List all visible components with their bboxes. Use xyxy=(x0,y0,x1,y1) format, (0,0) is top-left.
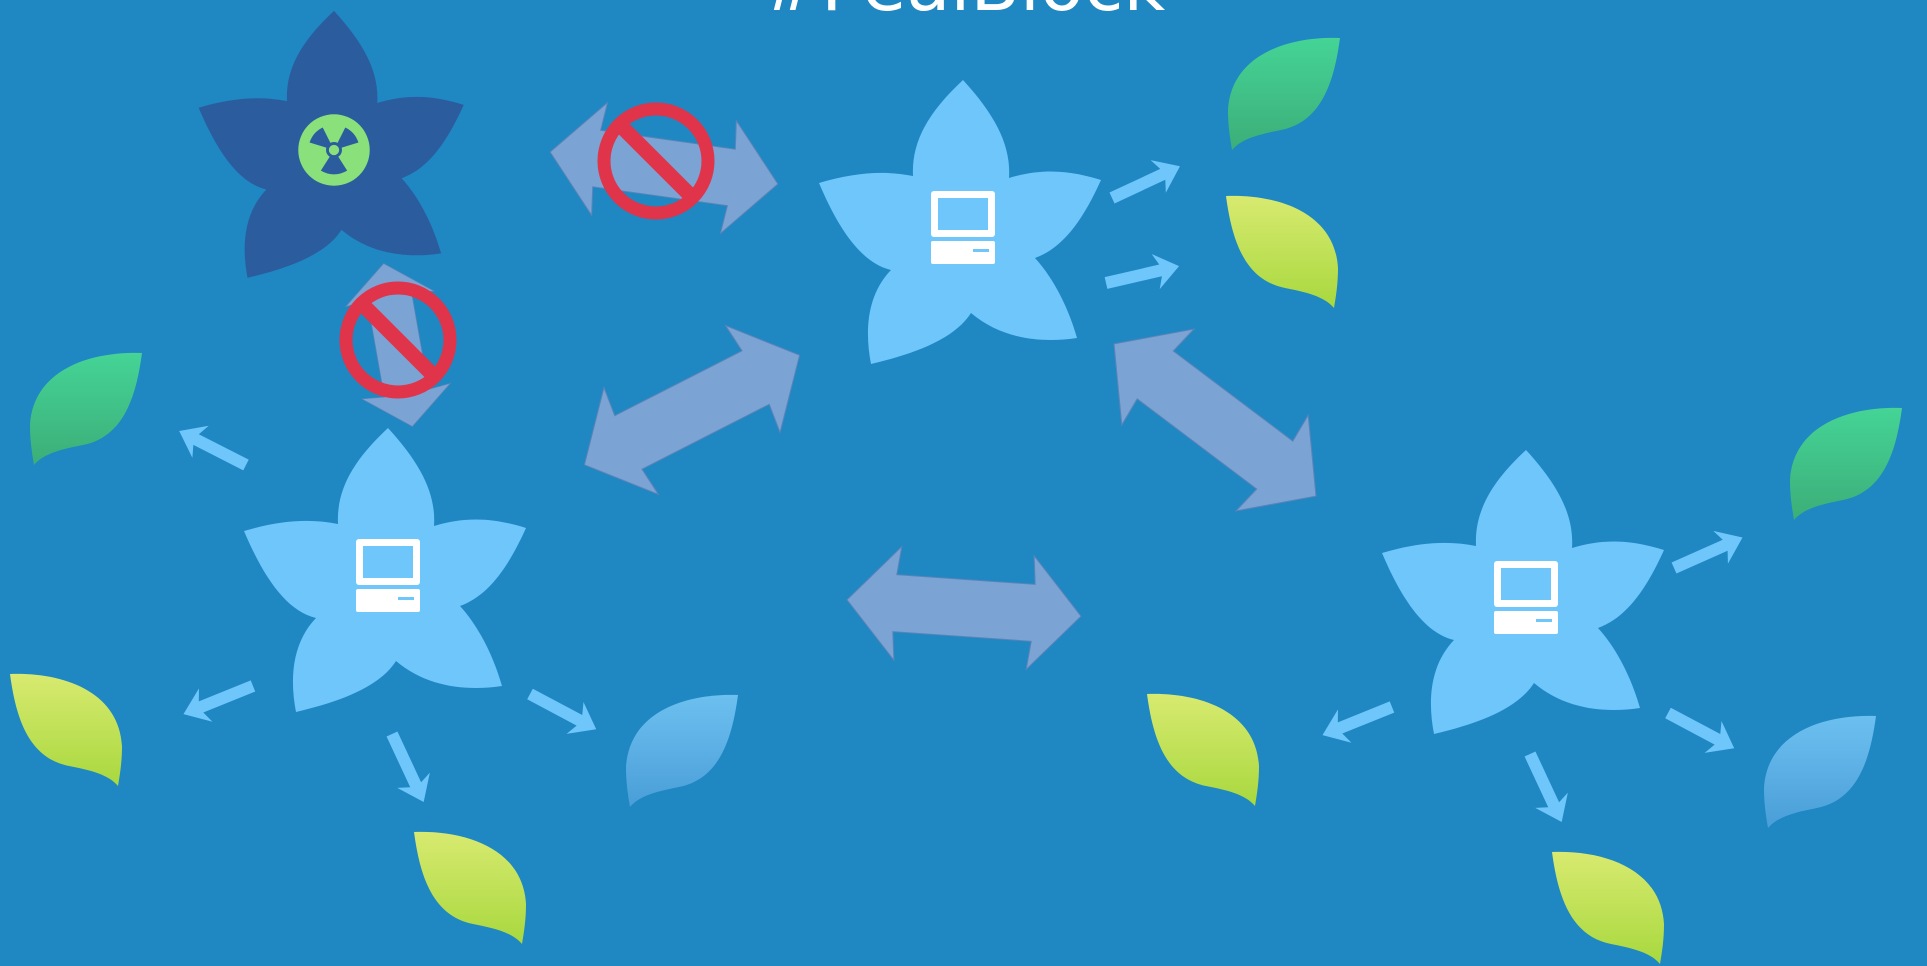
leaf-green xyxy=(1228,37,1340,150)
leaf-lime xyxy=(10,673,122,786)
peer-node-left xyxy=(244,428,526,712)
share-arrow xyxy=(375,726,441,810)
share-arrow xyxy=(1315,690,1399,752)
leaf-lime xyxy=(414,831,526,944)
leaf-blue xyxy=(626,694,738,807)
radiation-icon xyxy=(298,114,370,186)
leaf-lime xyxy=(1147,693,1259,806)
share-arrow xyxy=(171,414,255,482)
leaf-green xyxy=(1790,407,1902,520)
peer-node-top xyxy=(819,80,1101,364)
leaf-green xyxy=(30,352,142,465)
page-title: #PealBlock xyxy=(761,0,1166,27)
share-arrow xyxy=(1101,248,1184,301)
connection-arrow xyxy=(1077,295,1353,545)
leaf-blue xyxy=(1764,715,1876,828)
connection-arrow xyxy=(556,301,828,519)
share-arrow xyxy=(1666,521,1750,585)
leaf-lime xyxy=(1226,195,1338,308)
share-arrow xyxy=(1659,697,1743,765)
share-arrow xyxy=(1104,149,1188,215)
peer-network-diagram: #PealBlock xyxy=(10,0,1902,964)
computer-icon xyxy=(931,191,995,264)
share-arrow xyxy=(176,669,260,731)
computer-icon xyxy=(356,539,420,612)
blocked-peer-node xyxy=(198,10,464,278)
share-arrow xyxy=(1513,746,1579,830)
leaf-lime xyxy=(1552,851,1664,964)
connection-arrow xyxy=(842,542,1086,674)
peer-node-right xyxy=(1382,450,1664,734)
share-arrow xyxy=(521,678,605,746)
computer-icon xyxy=(1494,561,1558,634)
